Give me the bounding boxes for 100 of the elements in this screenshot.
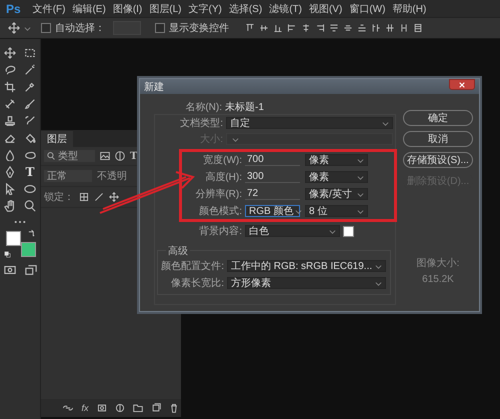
dropdown[interactable]: 工作中的 RGB: sRGB IEC619... bbox=[227, 260, 386, 272]
checkbox-label: 显示变换控件 bbox=[169, 22, 229, 35]
adjustment-icon[interactable] bbox=[114, 403, 124, 413]
align-icon[interactable] bbox=[287, 23, 297, 33]
input-field[interactable]: 300 bbox=[245, 171, 300, 183]
align-icon[interactable] bbox=[301, 23, 311, 33]
color-swatch[interactable] bbox=[343, 226, 354, 236]
search-icon bbox=[47, 152, 55, 160]
close-button[interactable] bbox=[449, 79, 475, 90]
align-icon[interactable] bbox=[273, 23, 283, 33]
bucket-icon[interactable] bbox=[24, 132, 36, 144]
unit-dropdown[interactable]: 8 位 bbox=[305, 205, 368, 217]
chevron-icon bbox=[295, 208, 302, 214]
menu-item[interactable]: 窗口(W) bbox=[349, 2, 386, 16]
swap-icon[interactable] bbox=[28, 230, 35, 237]
align-icon[interactable] bbox=[259, 23, 269, 33]
move-icon[interactable] bbox=[4, 47, 16, 59]
mask-icon[interactable] bbox=[96, 403, 106, 413]
dropdown[interactable]: 白色 bbox=[245, 225, 340, 237]
opacity-label: 不透明 bbox=[97, 170, 127, 183]
app-logo[interactable]: Ps bbox=[6, 2, 21, 16]
caret-icon[interactable] bbox=[24, 24, 31, 32]
dropdown[interactable]: 自定 bbox=[226, 117, 393, 129]
align-icon[interactable] bbox=[245, 23, 255, 33]
eyedropper-icon[interactable] bbox=[24, 81, 36, 93]
align-icon[interactable] bbox=[315, 23, 325, 33]
fx-button[interactable]: fx bbox=[81, 403, 88, 413]
align-icon[interactable] bbox=[399, 23, 409, 33]
foreground-swatch[interactable] bbox=[6, 231, 21, 246]
dropdown[interactable]: RGB 颜色 bbox=[245, 205, 300, 217]
chevron-icon bbox=[375, 262, 382, 270]
menu-item[interactable]: 图像(I) bbox=[112, 2, 142, 16]
image-icon[interactable] bbox=[100, 151, 110, 161]
close-icon[interactable] bbox=[459, 82, 465, 88]
menu-item[interactable]: 选择(S) bbox=[228, 2, 262, 16]
smudge-icon[interactable] bbox=[24, 149, 36, 161]
quick-mask-icon[interactable] bbox=[4, 264, 16, 276]
history-brush-icon[interactable] bbox=[24, 115, 36, 127]
menu-item[interactable]: 图层(L) bbox=[149, 2, 182, 16]
input-field[interactable]: 700 bbox=[245, 154, 300, 166]
pen-icon[interactable] bbox=[4, 166, 16, 178]
stamp-icon[interactable] bbox=[4, 115, 16, 127]
pointer-icon[interactable] bbox=[4, 183, 16, 195]
align-icon[interactable] bbox=[343, 23, 353, 33]
background-swatch[interactable] bbox=[21, 242, 36, 257]
field-label: 像素长宽比: bbox=[170, 276, 224, 290]
align-icon[interactable] bbox=[357, 23, 367, 33]
lasso-icon[interactable] bbox=[4, 64, 16, 76]
move-icon[interactable] bbox=[109, 192, 119, 202]
menu-item[interactable]: 文字(Y) bbox=[188, 2, 222, 16]
search-icon[interactable] bbox=[24, 200, 36, 212]
image-size-value: 615.2K bbox=[422, 274, 454, 285]
type-filter[interactable]: T bbox=[130, 150, 138, 162]
unit-dropdown[interactable]: 像素 bbox=[305, 154, 368, 166]
checkbox[interactable] bbox=[155, 23, 165, 33]
new-layer-icon[interactable] bbox=[150, 403, 160, 413]
wand-icon[interactable] bbox=[24, 64, 36, 76]
menu-item[interactable]: 视图(V) bbox=[308, 2, 342, 16]
name-field[interactable]: 未标题-1 bbox=[225, 100, 264, 114]
drop-icon[interactable] bbox=[4, 149, 16, 161]
more-icon[interactable] bbox=[14, 220, 26, 224]
menu-item[interactable]: 帮助(H) bbox=[392, 2, 426, 16]
move-icon[interactable] bbox=[8, 22, 20, 34]
dialog-title: 新建 bbox=[144, 80, 164, 94]
dropdown[interactable]: 方形像素 bbox=[227, 277, 386, 289]
align-icon[interactable] bbox=[413, 23, 423, 33]
field-label: 颜色配置文件: bbox=[160, 260, 224, 273]
align-icon[interactable] bbox=[385, 23, 395, 33]
type-tool[interactable]: T bbox=[26, 166, 34, 178]
dialog-button[interactable]: 存储预设(S)... bbox=[403, 152, 473, 168]
field-label: 文档类型: bbox=[179, 116, 223, 130]
screen-mode-icon[interactable] bbox=[24, 264, 36, 276]
menu-item[interactable]: 文件(F) bbox=[32, 2, 66, 16]
dialog-button[interactable]: 确定 bbox=[403, 110, 473, 126]
link-icon[interactable] bbox=[63, 403, 74, 413]
marquee-icon[interactable] bbox=[24, 47, 36, 59]
input-field[interactable]: 72 bbox=[245, 188, 300, 200]
field-label: 颜色模式: bbox=[198, 204, 242, 218]
dialog-button[interactable]: 取消 bbox=[403, 131, 473, 147]
align-icon[interactable] bbox=[371, 23, 381, 33]
menu-item[interactable]: 滤镜(T) bbox=[269, 2, 302, 16]
hand-icon[interactable] bbox=[4, 200, 16, 212]
align-icon[interactable] bbox=[329, 23, 339, 33]
layers-tab[interactable]: 图层 bbox=[41, 131, 73, 147]
unit-dropdown[interactable]: 像素 bbox=[305, 171, 368, 183]
trash-icon[interactable] bbox=[168, 403, 178, 413]
field-label: 宽度(W): bbox=[202, 154, 242, 167]
folder-icon[interactable] bbox=[132, 403, 142, 413]
crop-icon[interactable] bbox=[4, 81, 16, 93]
bandage-icon[interactable] bbox=[4, 98, 16, 110]
image-size-label: 图像大小: bbox=[416, 256, 460, 270]
checker-icon[interactable] bbox=[79, 192, 89, 202]
eraser-icon[interactable] bbox=[4, 132, 16, 144]
checkbox[interactable] bbox=[41, 23, 51, 33]
blend-mode-dropdown[interactable]: 正常 bbox=[44, 170, 92, 182]
default-colors-icon[interactable] bbox=[4, 251, 11, 258]
unit-dropdown[interactable]: 像素/英寸 bbox=[305, 188, 368, 200]
filter-dropdown[interactable]: 类型 bbox=[44, 150, 95, 162]
menu-item[interactable]: 编辑(E) bbox=[72, 2, 106, 16]
chevron-icon bbox=[329, 228, 336, 234]
